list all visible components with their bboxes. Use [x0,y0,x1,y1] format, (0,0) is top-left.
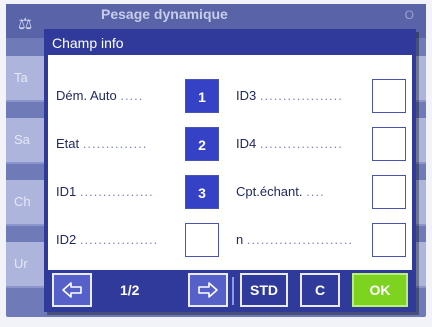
std-button[interactable]: STD [240,273,288,307]
field-id1: ID1 ................ [56,175,176,211]
slot-id2[interactable] [185,223,219,257]
slot-id3[interactable] [372,79,406,113]
field-cpt-echant: Cpt.échant. .... [236,175,370,211]
slot-cpt-echant[interactable] [372,175,406,209]
dialog-footer: 1/2 STD C OK [48,273,412,309]
footer-divider [232,277,234,305]
field-id3: ID3 .................. [236,79,370,115]
slot-n[interactable] [372,223,406,257]
field-label: Dém. Auto [56,88,117,103]
field-n: n ....................... [236,223,370,259]
leader-dots: .................. [259,136,343,151]
field-label: ID3 [236,88,257,103]
field-id2: ID2 ................. [56,223,176,259]
field-label: ID2 [56,232,77,247]
field-etat: Etat .............. [56,127,176,163]
next-page-button[interactable] [188,273,228,307]
arrow-left-icon [62,282,82,298]
leader-dots: .............. [82,136,148,151]
ok-button[interactable]: OK [352,273,408,307]
field-label: n [236,232,244,247]
slot-etat[interactable]: 2 [185,127,219,161]
slot-id4[interactable] [372,127,406,161]
field-dem-auto: Dém. Auto ..... [56,79,176,115]
dialog-title: Champ info [52,35,124,51]
leader-dots: ................. [79,232,159,247]
slot-id1[interactable]: 3 [185,175,219,209]
field-label: ID1 [56,184,77,199]
field-id4: ID4 .................. [236,127,370,163]
background-title-right: O [404,8,414,22]
field-label: Cpt.échant. [236,184,303,199]
slot-dem-auto[interactable]: 1 [185,79,219,113]
leader-dots: .... [306,184,325,199]
arrow-right-icon [198,282,218,298]
clear-button[interactable]: C [300,273,340,307]
field-label: ID4 [236,136,257,151]
champ-info-dialog: Champ info Dém. Auto ..... 1 Etat ......… [44,29,416,312]
leader-dots: ................ [79,184,154,199]
field-label: Etat [56,136,80,151]
dialog-body: Dém. Auto ..... 1 Etat .............. 2 … [48,55,412,270]
leader-dots: ..... [120,88,144,103]
page-indicator: 1/2 [120,282,140,298]
leader-dots: ....................... [246,232,353,247]
scale-icon: ⚖ [18,16,33,33]
background-title: Pesage dynamique [101,6,228,22]
leader-dots: .................. [259,88,343,103]
prev-page-button[interactable] [52,273,92,307]
